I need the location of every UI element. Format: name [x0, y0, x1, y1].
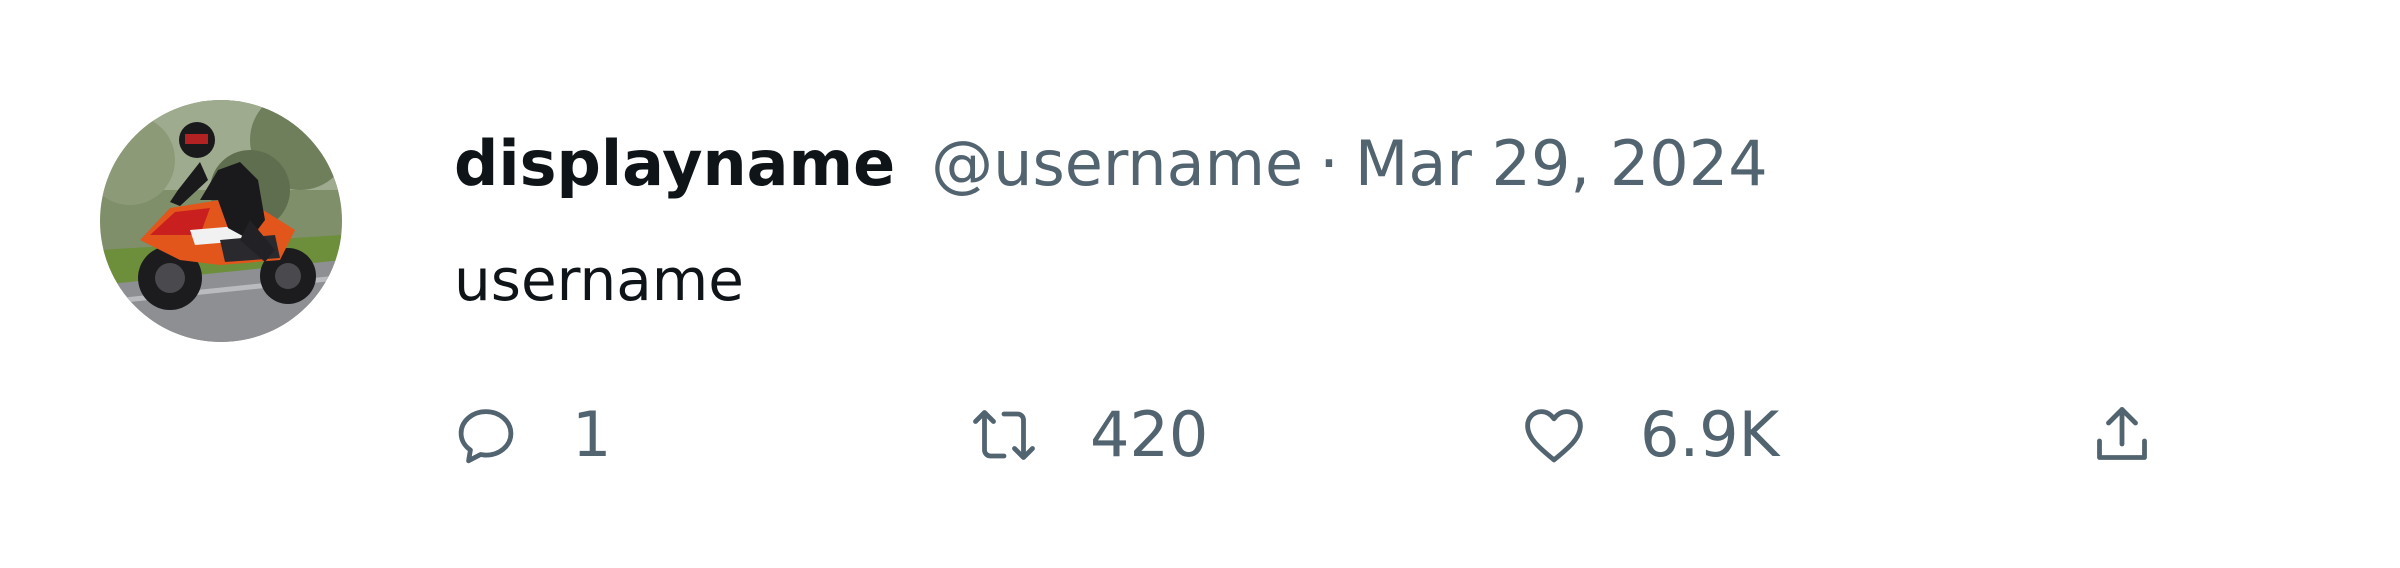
avatar[interactable] [100, 100, 342, 342]
share-icon [2086, 399, 2158, 471]
like-count: 6.9K [1640, 398, 1780, 471]
like-button[interactable]: 6.9K [1518, 390, 1779, 480]
tweet-header: displayname @username · Mar 29, 2024 [454, 124, 1768, 204]
retweet-count: 420 [1090, 398, 1209, 471]
reply-button[interactable]: 1 [450, 390, 611, 480]
user-handle[interactable]: @username [931, 124, 1303, 204]
retweet-icon [968, 399, 1040, 471]
reply-icon [450, 399, 522, 471]
retweet-button[interactable]: 420 [968, 390, 1208, 480]
tweet-date[interactable]: Mar 29, 2024 [1355, 124, 1768, 204]
motorcycle-rider-icon [100, 100, 342, 342]
tweet-text: username [454, 246, 744, 314]
reply-count: 1 [572, 398, 612, 471]
heart-icon [1518, 399, 1590, 471]
tweet: displayname @username · Mar 29, 2024 use… [0, 0, 2400, 568]
separator-dot: · [1319, 127, 1339, 200]
display-name[interactable]: displayname [454, 124, 895, 204]
share-button[interactable] [2086, 390, 2158, 480]
